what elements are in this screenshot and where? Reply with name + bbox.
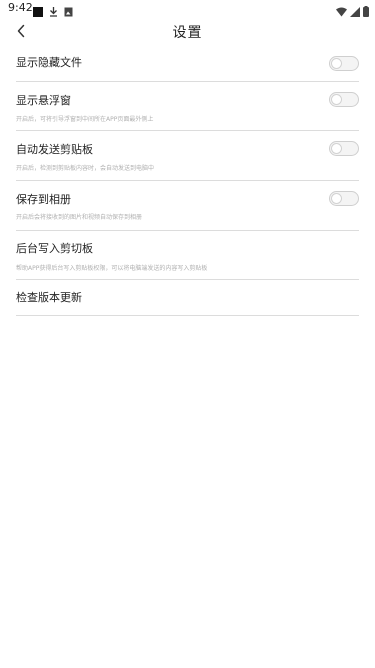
setting-label: 保存到相册 <box>16 193 71 206</box>
setting-label: 显示隐藏文件 <box>16 56 82 69</box>
header: 设置 <box>0 16 375 46</box>
toggle-knob <box>331 193 342 204</box>
setting-row-floating-window: 显示悬浮窗 开启后，可将引导浮窗到中间所在APP页面最外侧上 <box>16 82 359 131</box>
status-bar: 9:42 <box>0 0 375 17</box>
setting-description: 开启后，可将引导浮窗到中间所在APP页面最外侧上 <box>16 116 154 123</box>
setting-label: 显示悬浮窗 <box>16 94 71 107</box>
toggle-knob <box>331 143 342 154</box>
setting-label: 自动发送剪贴板 <box>16 143 93 156</box>
setting-row-auto-send-clipboard: 自动发送剪贴板 开启后，检测到剪贴板内容时，会自动发送到电脑中 <box>16 131 359 181</box>
setting-description: 开启后会将接收到的图片和视频自动保存到相册 <box>16 214 143 221</box>
setting-row-save-to-album: 保存到相册 开启后会将接收到的图片和视频自动保存到相册 <box>16 181 359 231</box>
settings-list: 显示隐藏文件 显示悬浮窗 开启后，可将引导浮窗到中间所在APP页面最外侧上 自动… <box>16 46 359 316</box>
setting-row-check-update[interactable]: 检查版本更新 <box>16 280 359 316</box>
setting-label: 检查版本更新 <box>16 291 82 304</box>
setting-row-background-clipboard[interactable]: 后台写入剪切板 帮助APP获得后台写入剪贴板权限，可以将电脑端发送的内容写入剪贴… <box>16 231 359 280</box>
page-title: 设置 <box>172 25 203 41</box>
toggle-knob <box>331 58 342 69</box>
setting-description: 帮助APP获得后台写入剪贴板权限，可以将电脑端发送的内容写入剪贴板 <box>16 265 208 272</box>
show-hidden-files-toggle[interactable] <box>329 56 359 71</box>
square-icon <box>33 6 43 17</box>
floating-window-toggle[interactable] <box>329 92 359 107</box>
toggle-knob <box>331 94 342 105</box>
auto-send-clipboard-toggle[interactable] <box>329 141 359 156</box>
setting-label: 后台写入剪切板 <box>16 242 93 255</box>
setting-description: 开启后，检测到剪贴板内容时，会自动发送到电脑中 <box>16 165 155 172</box>
setting-row-show-hidden-files: 显示隐藏文件 <box>16 46 359 82</box>
status-time: 9:42 <box>8 1 33 14</box>
save-to-album-toggle[interactable] <box>329 191 359 206</box>
